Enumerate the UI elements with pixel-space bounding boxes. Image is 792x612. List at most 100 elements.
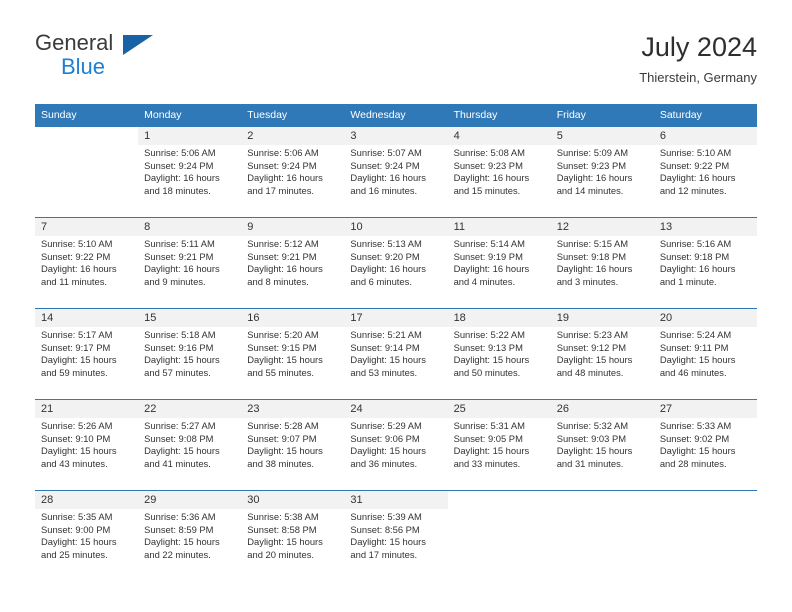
day-number[interactable]: 28	[35, 490, 139, 509]
day-daylight1-text: Daylight: 15 hours	[41, 445, 117, 457]
day-number[interactable]: 31	[344, 490, 448, 509]
day-cell-empty	[447, 509, 551, 581]
day-sunset-text: Sunset: 9:10 PM	[41, 432, 111, 444]
day-daylight1-text: Daylight: 15 hours	[659, 354, 736, 366]
day-number[interactable]: 15	[138, 308, 242, 327]
day-number[interactable]: 6	[653, 126, 757, 145]
calendar-grid: Sunday Monday Tuesday Wednesday Thursday…	[35, 104, 757, 581]
day-number[interactable]: 9	[241, 217, 345, 236]
day-daylight2-text: and 46 minutes.	[659, 366, 727, 378]
day-number[interactable]: 22	[138, 399, 242, 418]
day-number[interactable]: 27	[653, 399, 757, 418]
day-number[interactable]: 7	[35, 217, 139, 236]
day-number[interactable]: 4	[447, 126, 551, 145]
weekday-header-wednesday: Wednesday	[344, 104, 448, 127]
day-daylight2-text: and 36 minutes.	[350, 457, 418, 469]
day-number[interactable]: 13	[653, 217, 757, 236]
day-daylight2-text: and 3 minutes.	[556, 275, 619, 287]
day-sunrise-text: Sunrise: 5:10 AM	[41, 238, 113, 249]
day-sunset-text: Sunset: 9:19 PM	[453, 250, 523, 262]
day-cell: Sunrise: 5:10 AM Sunset: 9:22 PM Daylight:…	[653, 145, 757, 218]
day-daylight2-text: and 9 minutes.	[144, 275, 206, 287]
day-cell: Sunrise: 5:06 AM Sunset: 9:24 PM Daylight:…	[241, 145, 345, 218]
day-daylight2-text: and 8 minutes.	[247, 275, 309, 287]
day-cell: Sunrise: 5:16 AM Sunset: 9:18 PM Daylight:…	[653, 236, 757, 309]
week-daynum-row: 123456	[35, 126, 757, 145]
day-number[interactable]: 26	[550, 399, 654, 418]
day-sunrise-text: Sunrise: 5:32 AM	[556, 420, 629, 431]
day-daylight1-text: Daylight: 15 hours	[350, 445, 426, 457]
day-cell: Sunrise: 5:33 AM Sunset: 9:02 PM Daylight:…	[653, 418, 757, 491]
day-sunset-text: Sunset: 9:11 PM	[659, 341, 729, 353]
day-number[interactable]: 23	[241, 399, 345, 418]
day-number[interactable]: 17	[344, 308, 448, 327]
day-sunset-text: Sunset: 9:08 PM	[144, 432, 214, 444]
day-sunrise-text: Sunrise: 5:29 AM	[350, 420, 422, 431]
day-sunset-text: Sunset: 9:22 PM	[659, 159, 730, 171]
week-info-row: Sunrise: 5:06 AM Sunset: 9:24 PM Daylight:…	[35, 145, 757, 218]
day-sunrise-text: Sunrise: 5:28 AM	[247, 420, 319, 431]
week-daynum-row: 7 8 9 10 11 12 13	[35, 217, 757, 236]
day-number[interactable]: 12	[550, 217, 654, 236]
day-cell: Sunrise: 5:15 AM Sunset: 9:18 PM Daylight:…	[550, 236, 654, 309]
day-daylight1-text: Daylight: 15 hours	[659, 445, 736, 457]
day-sunrise-text: Sunrise: 5:09 AM	[556, 147, 629, 158]
brand-logo[interactable]: General Blue	[35, 30, 165, 88]
day-daylight2-text: and 48 minutes.	[556, 366, 624, 378]
day-number[interactable]: 2	[241, 126, 345, 145]
day-daylight2-text: and 16 minutes.	[350, 184, 418, 196]
day-number[interactable]: 21	[35, 399, 139, 418]
day-daylight1-text: Daylight: 16 hours	[556, 172, 633, 184]
day-sunset-text: Sunset: 9:02 PM	[659, 432, 730, 444]
day-number[interactable]: 18	[447, 308, 551, 327]
day-sunrise-text: Sunrise: 5:26 AM	[41, 420, 113, 431]
day-daylight1-text: Daylight: 15 hours	[144, 536, 220, 548]
page-subtitle: Thierstein, Germany	[639, 70, 757, 85]
day-daylight1-text: Daylight: 15 hours	[453, 445, 530, 457]
day-number[interactable]: 14	[35, 308, 139, 327]
day-number[interactable]: 11	[447, 217, 551, 236]
day-cell: Sunrise: 5:10 AM Sunset: 9:22 PM Daylight:…	[35, 236, 139, 309]
day-sunset-text: Sunset: 9:22 PM	[41, 250, 111, 262]
day-daylight1-text: Daylight: 16 hours	[144, 172, 220, 184]
day-number[interactable]: 29	[138, 490, 242, 509]
day-number[interactable]: 10	[344, 217, 448, 236]
day-sunrise-text: Sunrise: 5:23 AM	[556, 329, 629, 340]
day-sunset-text: Sunset: 9:00 PM	[41, 523, 111, 535]
day-cell: Sunrise: 5:24 AM Sunset: 9:11 PM Daylight:…	[653, 327, 757, 400]
day-cell: Sunrise: 5:38 AM Sunset: 8:58 PM Daylight:…	[241, 509, 345, 581]
day-cell: Sunrise: 5:06 AM Sunset: 9:24 PM Daylight:…	[138, 145, 242, 218]
day-daylight1-text: Daylight: 16 hours	[453, 263, 530, 275]
day-cell: Sunrise: 5:23 AM Sunset: 9:12 PM Daylight:…	[550, 327, 654, 400]
day-cell: Sunrise: 5:26 AM Sunset: 9:10 PM Daylight:…	[35, 418, 139, 491]
day-number[interactable]: 3	[344, 126, 448, 145]
day-number[interactable]: 8	[138, 217, 242, 236]
day-sunset-text: Sunset: 9:13 PM	[453, 341, 523, 353]
day-number[interactable]: 5	[550, 126, 654, 145]
day-number[interactable]: 30	[241, 490, 345, 509]
day-daylight2-text: and 20 minutes.	[247, 548, 314, 560]
day-daylight1-text: Daylight: 16 hours	[144, 263, 220, 275]
day-sunrise-text: Sunrise: 5:38 AM	[247, 511, 319, 522]
day-number[interactable]: 24	[344, 399, 448, 418]
day-sunset-text: Sunset: 9:06 PM	[350, 432, 420, 444]
day-number[interactable]: 1	[138, 126, 242, 145]
triangle-flag-icon	[123, 35, 153, 55]
day-daylight1-text: Daylight: 16 hours	[350, 263, 426, 275]
day-sunset-text: Sunset: 8:59 PM	[144, 523, 214, 535]
day-number[interactable]: 25	[447, 399, 551, 418]
day-sunrise-text: Sunrise: 5:06 AM	[247, 147, 319, 158]
day-number[interactable]: 16	[241, 308, 345, 327]
day-sunrise-text: Sunrise: 5:39 AM	[350, 511, 422, 522]
day-number[interactable]: 19	[550, 308, 654, 327]
day-number[interactable]: 20	[653, 308, 757, 327]
day-sunrise-text: Sunrise: 5:14 AM	[453, 238, 525, 249]
day-daylight1-text: Daylight: 16 hours	[41, 263, 117, 275]
day-number-empty	[447, 490, 551, 509]
day-daylight1-text: Daylight: 15 hours	[41, 536, 117, 548]
day-cell: Sunrise: 5:07 AM Sunset: 9:24 PM Daylight:…	[344, 145, 448, 218]
day-daylight2-text: and 18 minutes.	[144, 184, 211, 196]
brand-name-blue: Blue	[61, 54, 106, 79]
calendar-page: General Blue July 2024 Thierstein, Germa…	[0, 0, 792, 612]
day-cell: Sunrise: 5:27 AM Sunset: 9:08 PM Daylight:…	[138, 418, 242, 491]
